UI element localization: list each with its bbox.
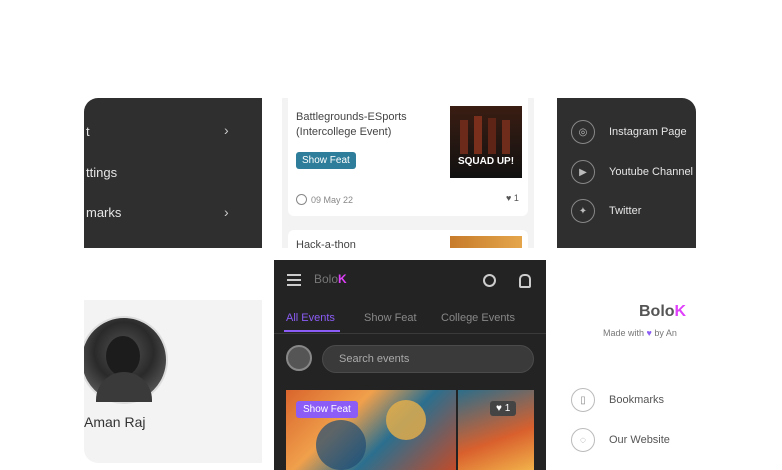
chevron-right-icon: › [224, 122, 229, 138]
event-date: 09 May 22 [296, 194, 353, 205]
menu-item-label: marks [86, 205, 122, 220]
profile-panel: Aman Raj [84, 300, 262, 463]
tagline: Made with ♥ by An [603, 328, 677, 338]
avatar[interactable] [84, 316, 168, 404]
bookmarks-link[interactable]: ▯ Bookmarks [571, 388, 664, 412]
event-poster: SQUAD UP! [450, 106, 522, 178]
menu-item-1[interactable]: t [86, 124, 256, 139]
search-input[interactable]: Search events [322, 345, 534, 373]
app-logo[interactable]: BoloK [314, 272, 347, 286]
twitter-icon: ✦ [571, 199, 595, 223]
menu-item-bookmarks[interactable]: marks [86, 205, 256, 220]
tab-show-feat[interactable]: Show Feat [364, 312, 417, 324]
about-logo: BoloK [639, 303, 687, 320]
instagram-icon: ◎ [571, 120, 595, 144]
clock-icon [296, 194, 307, 205]
bookmark-icon: ▯ [571, 388, 595, 412]
event-type-badge: Show Feat [296, 152, 356, 169]
settings-menu-panel: t › ttings marks › [84, 98, 262, 248]
event-title: Hack-a-thon [296, 239, 356, 248]
event-list-panel: Battlegrounds-ESports (Intercollege Even… [282, 98, 534, 248]
website-link[interactable]: ◌ Our Website [571, 428, 670, 452]
app-screen: BoloK All Events Show Feat College Event… [274, 260, 546, 470]
poster-text: SQUAD UP! [457, 156, 515, 167]
notification-bell-icon[interactable] [519, 274, 531, 288]
search-icon[interactable] [483, 274, 496, 287]
twitter-link[interactable]: ✦ Twitter [571, 199, 696, 223]
menu-item-settings[interactable]: ttings [86, 165, 256, 180]
profile-name: Aman Raj [84, 414, 146, 430]
event-likes[interactable]: ♥ 1 [506, 193, 519, 203]
event-card[interactable]: Battlegrounds-ESports (Intercollege Even… [288, 98, 528, 216]
youtube-link[interactable]: ▶ Youtube Channel [571, 160, 696, 184]
globe-icon: ◌ [571, 428, 595, 452]
heart-icon: ♥ [506, 193, 512, 203]
event-title: Battlegrounds-ESports (Intercollege Even… [296, 111, 407, 138]
menu-item-label: t [86, 124, 90, 139]
event-card[interactable]: Hack-a-thon [288, 230, 528, 248]
about-panel: BoloK Made with ♥ by An ▯ Bookmarks ◌ Ou… [557, 260, 696, 463]
instagram-link[interactable]: ◎ Instagram Page [571, 120, 696, 144]
social-links-panel: ◎ Instagram Page ▶ Youtube Channel ✦ Twi… [557, 98, 696, 248]
hamburger-menu-icon[interactable] [287, 274, 301, 286]
heart-icon: ♥ [496, 403, 502, 414]
heart-icon: ♥ [646, 328, 652, 338]
tab-all-events[interactable]: All Events [286, 312, 335, 324]
user-avatar-small[interactable] [286, 345, 312, 371]
like-button[interactable]: ♥ 1 [490, 401, 517, 416]
youtube-icon: ▶ [571, 160, 595, 184]
tab-college-events[interactable]: College Events [441, 312, 515, 324]
chevron-right-icon: › [224, 204, 229, 220]
event-type-badge: Show Feat [296, 401, 358, 418]
active-tab-indicator [284, 330, 340, 332]
menu-item-label: ttings [86, 165, 118, 180]
